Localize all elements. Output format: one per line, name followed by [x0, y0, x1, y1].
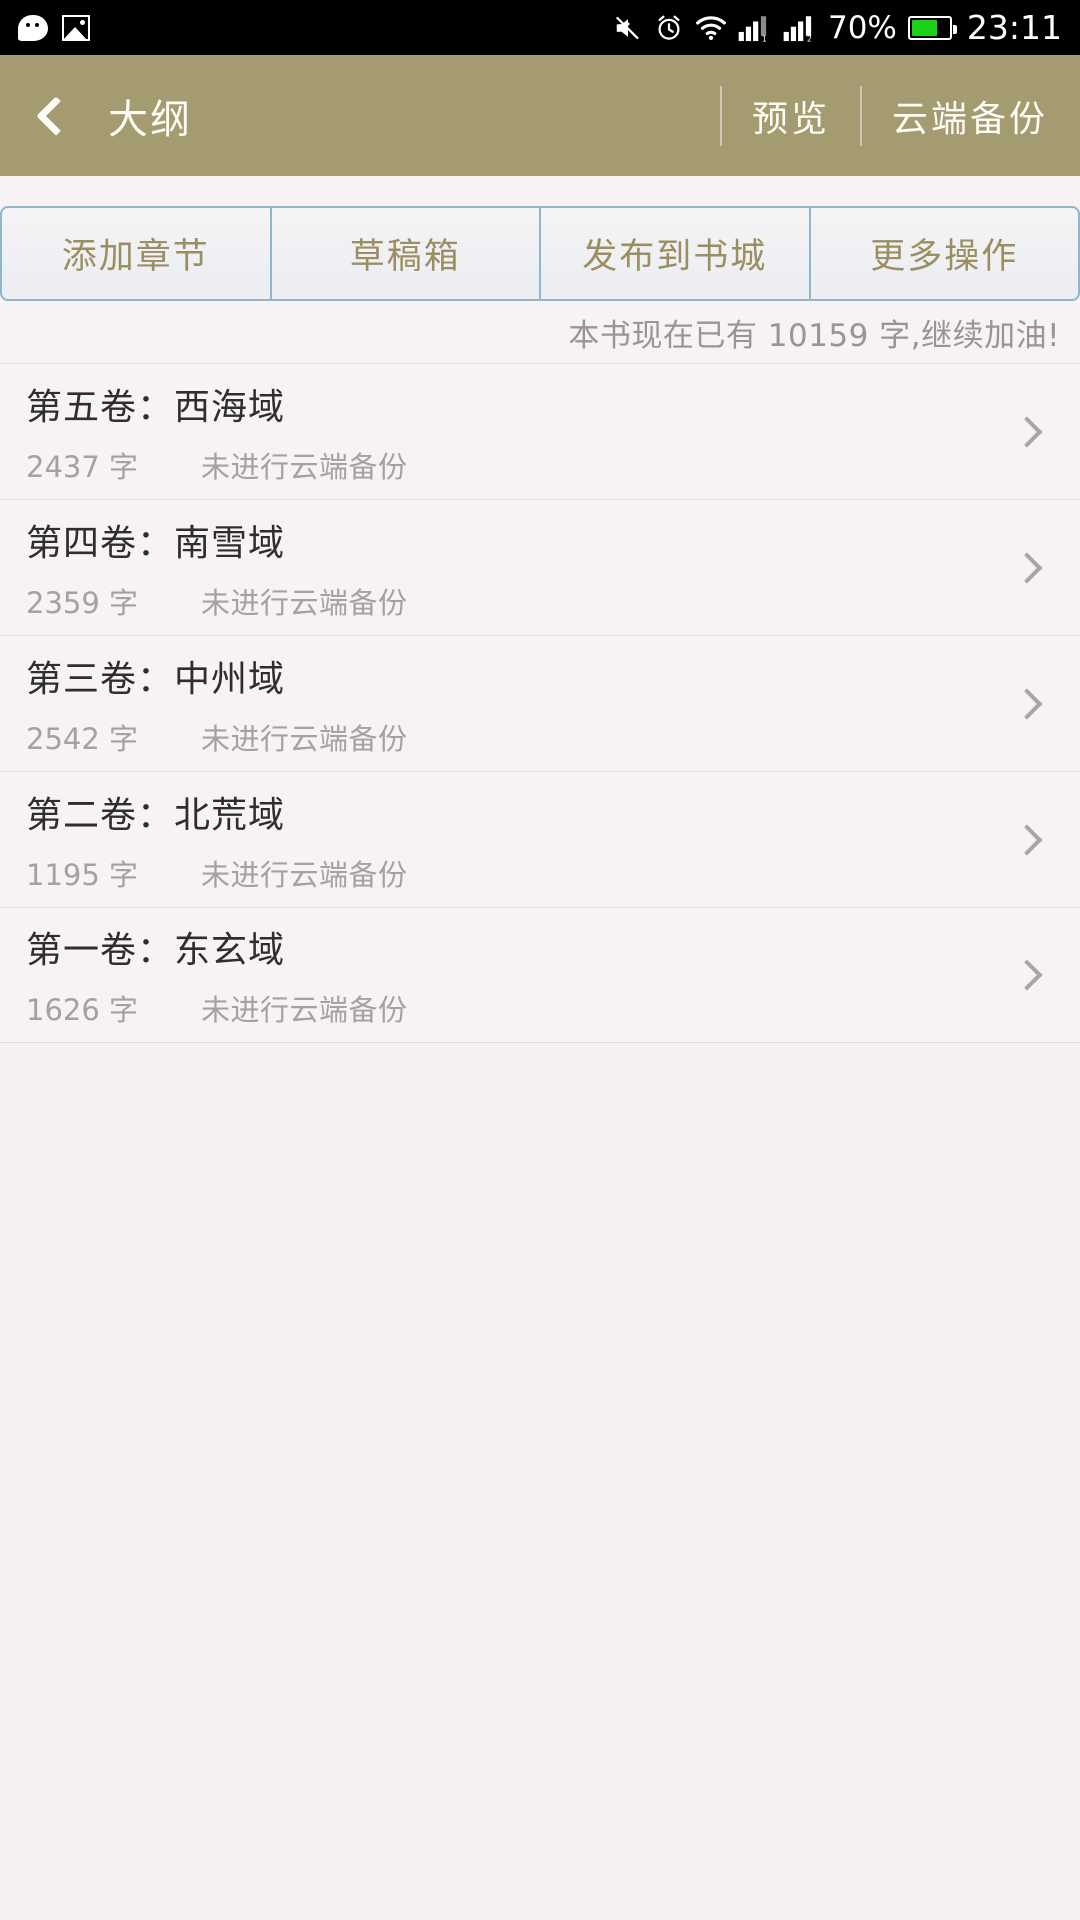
draft-box-button[interactable]: 草稿箱: [270, 206, 540, 301]
publish-to-store-button[interactable]: 发布到书城: [540, 206, 810, 301]
app-header: 大纲 预览 云端备份: [0, 55, 1080, 176]
table-row[interactable]: 第二卷：北荒域 1195 字 未进行云端备份: [0, 771, 1080, 907]
wifi-icon: [696, 15, 726, 40]
table-row[interactable]: 第三卷：中州域 2542 字 未进行云端备份: [0, 635, 1080, 771]
volume-title: 第一卷：东玄域: [26, 930, 286, 971]
volume-backup-status: 未进行云端备份: [201, 449, 408, 484]
status-bar-right-icons: 1 2 70% 23:11: [613, 8, 1062, 47]
volume-texts: 第一卷：东玄域 1626 字 未进行云端备份: [26, 921, 1016, 1029]
volume-word-count: 1195 字: [26, 857, 139, 892]
word-count-label: 本书现在已有 10159 字,继续加油!: [568, 317, 1060, 354]
volume-texts: 第三卷：中州域 2542 字 未进行云端备份: [26, 650, 1016, 758]
chevron-right-icon: [1011, 687, 1043, 720]
page-title: 大纲: [108, 96, 192, 143]
signal-sim2-icon: 2: [783, 15, 812, 43]
volume-word-count: 1626 字: [26, 993, 139, 1027]
volume-meta: 2437 字 未进行云端备份: [26, 444, 1016, 486]
wechat-icon: [18, 14, 48, 41]
volume-backup-status: 未进行云端备份: [201, 857, 408, 892]
clock-label: 23:11: [966, 8, 1062, 47]
gallery-icon: [62, 14, 90, 41]
status-bar: 1 2 70% 23:11: [0, 0, 1080, 55]
volume-texts: 第二卷：北荒域 1195 字 未进行云端备份: [26, 786, 1016, 894]
volume-backup-status: 未进行云端备份: [201, 721, 408, 756]
toolbar-button-row: 添加章节 草稿箱 发布到书城 更多操作: [0, 206, 1080, 301]
signal-sim1-icon: 1: [738, 15, 767, 43]
header-actions: 预览 云端备份: [719, 55, 1080, 176]
battery-percent-label: 70%: [827, 9, 897, 46]
volume-title: 第三卷：中州域: [26, 658, 286, 700]
volume-word-count: 2359 字: [26, 585, 139, 620]
volume-meta: 2359 字 未进行云端备份: [26, 580, 1016, 622]
mute-icon: [615, 16, 639, 39]
volume-texts: 第四卷：南雪域 2359 字 未进行云端备份: [26, 514, 1016, 622]
chevron-right-icon: [1011, 551, 1043, 584]
volume-backup-status: 未进行云端备份: [201, 993, 408, 1027]
table-row[interactable]: 第一卷：东玄域 1626 字 未进行云端备份: [0, 907, 1080, 1043]
add-chapter-button[interactable]: 添加章节: [0, 206, 271, 301]
empty-area: [0, 1043, 1080, 1920]
volume-meta: 1195 字 未进行云端备份: [26, 852, 1016, 894]
volume-backup-status: 未进行云端备份: [201, 585, 408, 620]
preview-action[interactable]: 预览: [722, 55, 860, 176]
volume-word-count: 2542 字: [26, 721, 139, 756]
svg-text:1: 1: [762, 34, 767, 42]
back-chevron-icon: [36, 95, 76, 136]
toolbar-area: 添加章节 草稿箱 发布到书城 更多操作: [0, 176, 1080, 301]
back-button[interactable]: [0, 55, 104, 176]
volume-meta: 2542 字 未进行云端备份: [26, 716, 1016, 758]
table-row[interactable]: 第五卷：西海域 2437 字 未进行云端备份: [0, 363, 1080, 499]
volume-title: 第二卷：北荒域: [26, 794, 286, 836]
chevron-right-icon: [1011, 415, 1043, 448]
word-count-bar: 本书现在已有 10159 字,继续加油!: [0, 301, 1080, 363]
table-row[interactable]: 第四卷：南雪域 2359 字 未进行云端备份: [0, 499, 1080, 635]
volume-title: 第四卷：南雪域: [26, 522, 286, 564]
battery-icon: [907, 15, 957, 40]
chevron-right-icon: [1011, 823, 1043, 856]
chevron-right-icon: [1011, 959, 1043, 991]
volume-list: 第五卷：西海域 2437 字未进行云端备份 第四卷：南雪域 2359 字未进行云端备份…: [0, 363, 1080, 1043]
more-actions-button[interactable]: 更多操作: [809, 206, 1080, 301]
cloud-backup-action[interactable]: 云端备份: [862, 55, 1080, 176]
volume-texts: 第五卷：西海域 2437 字 未进行云端备份: [26, 378, 1016, 486]
volume-word-count: 2437 字: [26, 449, 139, 484]
phone-screen: 1 2 70% 23:11 大纲 预览 云端备份 添加章节 草稿箱 发布到书城 …: [0, 0, 1080, 1920]
status-bar-left-icons: [18, 14, 90, 41]
svg-text:2: 2: [807, 34, 812, 42]
alarm-icon: [658, 15, 680, 40]
volume-meta: 1626 字 未进行云端备份: [26, 987, 1016, 1029]
volume-title: 第五卷：西海域: [26, 386, 286, 428]
